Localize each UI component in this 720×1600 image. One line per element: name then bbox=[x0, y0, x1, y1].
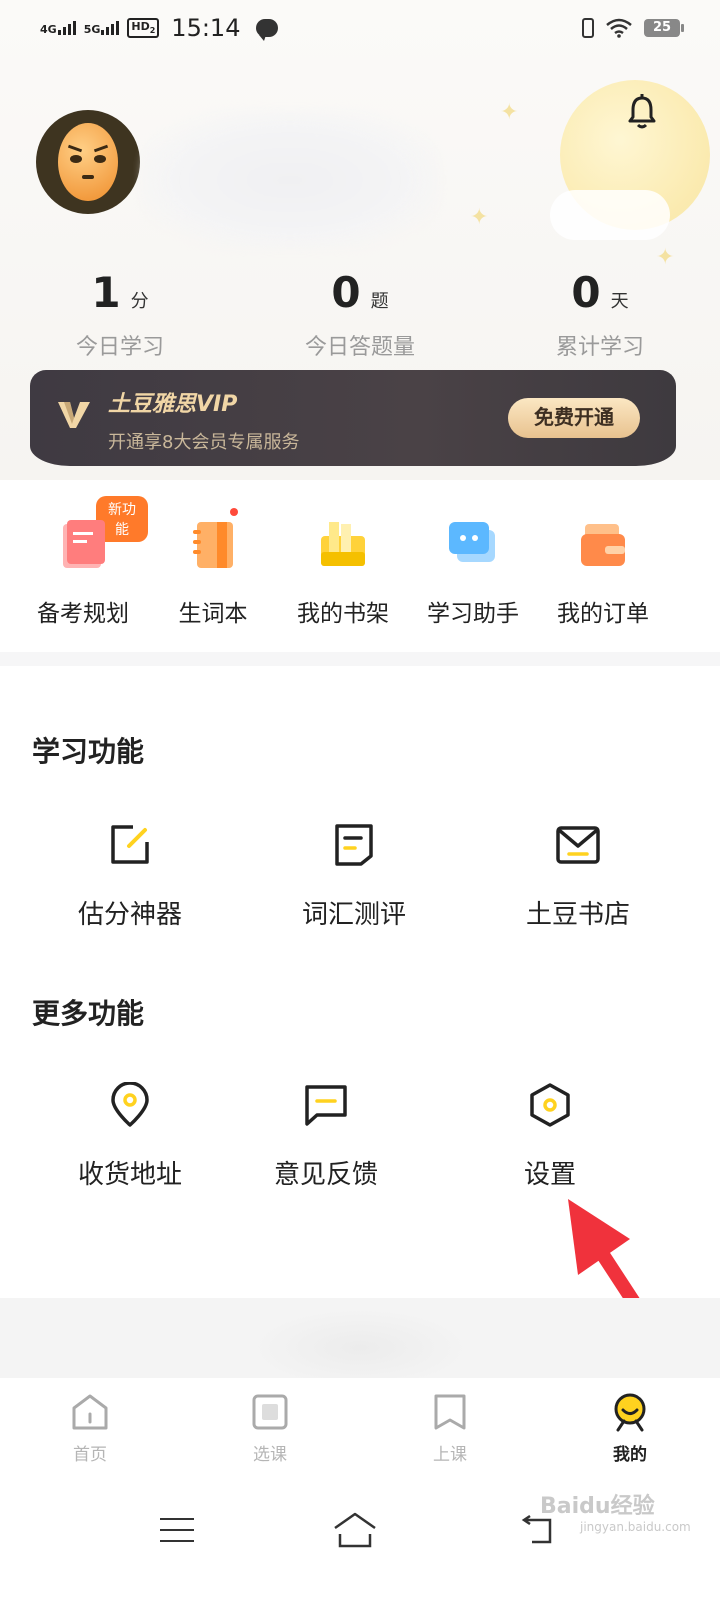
bell-icon[interactable] bbox=[622, 92, 662, 132]
vip-subtitle: 开通享8大会员专属服务 bbox=[108, 432, 300, 453]
signal-4g-icon: 4G bbox=[40, 21, 76, 35]
vip-banner[interactable]: 土豆雅思VIP 开通享8大会员专属服务 免费开通 bbox=[30, 370, 676, 466]
feature-settings[interactable]: 设置 bbox=[450, 1082, 650, 1191]
star-decoration: ✦ bbox=[500, 100, 519, 125]
chat-assistant-icon bbox=[449, 522, 495, 562]
bookmark-tab-icon bbox=[434, 1394, 466, 1430]
stats-row: 1分 今日学习 0题 今日答题量 0天 累计学习 bbox=[0, 268, 720, 361]
potato-mascot-icon bbox=[58, 123, 118, 201]
vibrate-icon bbox=[582, 18, 594, 38]
study-section-title: 学习功能 bbox=[32, 735, 145, 768]
feature-score-estimator[interactable]: 估分神器 bbox=[30, 822, 230, 931]
profile-tab-icon bbox=[614, 1393, 646, 1432]
bookshelf-icon bbox=[321, 522, 365, 566]
wifi-icon bbox=[606, 18, 632, 38]
feature-shipping-address[interactable]: 收货地址 bbox=[30, 1081, 230, 1191]
unread-dot bbox=[230, 508, 238, 516]
tab-home[interactable]: 首页 bbox=[0, 1378, 180, 1478]
home-tab-icon bbox=[72, 1394, 108, 1430]
course-tab-icon bbox=[252, 1394, 288, 1430]
stat-today-answers[interactable]: 0题 今日答题量 bbox=[240, 268, 480, 361]
username-blurred[interactable] bbox=[140, 110, 440, 250]
feedback-icon bbox=[305, 1085, 347, 1126]
quick-actions: 新功能 备考规划 生词本 我的书架 学习助手 我的订单 bbox=[0, 496, 720, 650]
wallet-icon bbox=[581, 524, 625, 566]
quick-item-my-orders[interactable]: 我的订单 bbox=[538, 500, 668, 650]
vip-title: 土豆雅思VIP bbox=[108, 392, 238, 417]
quick-item-bookshelf[interactable]: 我的书架 bbox=[278, 500, 408, 650]
document-icon bbox=[335, 824, 373, 866]
more-features: 收货地址 意见反馈 设置 bbox=[0, 1081, 720, 1202]
battery-icon: 25 bbox=[644, 19, 684, 37]
tab-courses[interactable]: 选课 bbox=[180, 1378, 360, 1478]
signal-5g-icon: 5G bbox=[84, 21, 120, 35]
notebook-icon bbox=[193, 522, 233, 568]
status-bar: 4G 5G HD2 15:14 25 bbox=[0, 0, 720, 56]
quick-item-exam-plan[interactable]: 新功能 备考规划 bbox=[18, 496, 148, 650]
star-decoration: ✦ bbox=[470, 205, 489, 230]
tab-class[interactable]: 上课 bbox=[360, 1378, 540, 1478]
bottom-content-block bbox=[0, 1298, 720, 1388]
quick-item-study-assistant[interactable]: 学习助手 bbox=[408, 500, 538, 650]
tab-mine[interactable]: 我的 bbox=[540, 1378, 720, 1478]
vip-logo-icon bbox=[58, 402, 90, 428]
avatar[interactable] bbox=[36, 110, 140, 214]
feature-feedback[interactable]: 意见反馈 bbox=[226, 1082, 426, 1191]
recent-apps-icon[interactable] bbox=[160, 1518, 194, 1544]
edit-score-icon bbox=[111, 825, 149, 864]
feature-vocab-test[interactable]: 词汇测评 bbox=[254, 822, 454, 931]
section-divider bbox=[0, 652, 720, 666]
stat-total-days[interactable]: 0天 累计学习 bbox=[480, 268, 720, 361]
message-bubble-icon bbox=[256, 19, 279, 41]
home-nav-icon[interactable] bbox=[332, 1510, 378, 1550]
system-navigation-bar: Baidu经验 jingyan.baidu.com bbox=[0, 1478, 720, 1600]
cloud-decoration bbox=[550, 190, 670, 240]
bottom-tab-bar: 首页 选课 上课 我的 bbox=[0, 1378, 720, 1478]
baidu-watermark: Baidu经验 jingyan.baidu.com bbox=[540, 1494, 691, 1534]
more-section-title: 更多功能 bbox=[32, 997, 145, 1030]
stat-today-study[interactable]: 1分 今日学习 bbox=[0, 268, 240, 361]
star-decoration: ✦ bbox=[656, 245, 675, 270]
settings-hex-icon bbox=[530, 1083, 570, 1127]
profile-page: ✦ ✦ ✦ 4G 5G HD2 15:14 25 1 分 今日学习 0 题 今日… bbox=[0, 0, 720, 1600]
hd-icon: HD2 bbox=[127, 18, 160, 38]
mail-store-icon bbox=[556, 826, 600, 864]
clock: 15:14 bbox=[171, 14, 241, 42]
feature-bookstore[interactable]: 土豆书店 bbox=[478, 822, 678, 931]
location-pin-icon bbox=[111, 1081, 149, 1127]
study-features: 估分神器 词汇测评 土豆书店 bbox=[0, 822, 720, 942]
vip-activate-button[interactable]: 免费开通 bbox=[508, 398, 640, 438]
quick-item-vocab-book[interactable]: 生词本 bbox=[148, 500, 278, 650]
planner-icon bbox=[63, 520, 105, 568]
